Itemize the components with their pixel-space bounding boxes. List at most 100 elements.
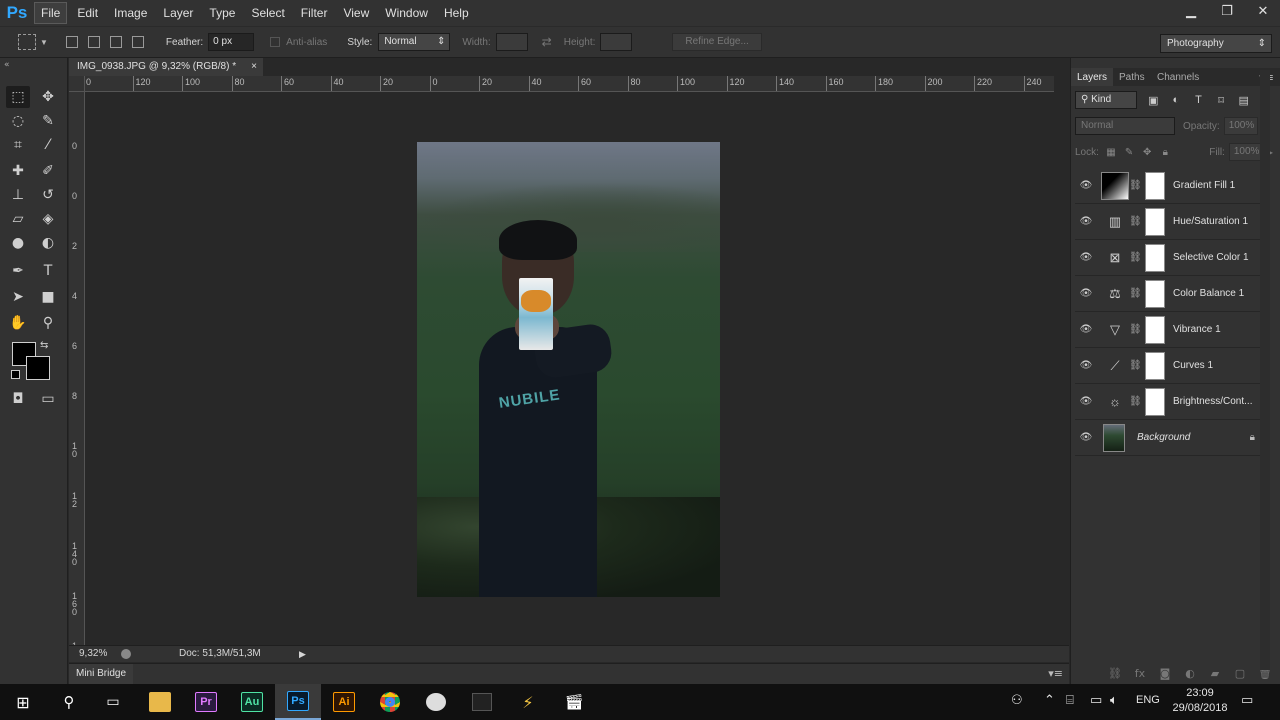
menu-edit[interactable]: Edit bbox=[71, 3, 104, 23]
hand-icon[interactable]: ✋ bbox=[6, 312, 30, 334]
ruler-origin[interactable] bbox=[69, 76, 85, 92]
close-tab-icon[interactable]: × bbox=[251, 61, 257, 72]
search-button[interactable]: ⚲ bbox=[46, 684, 92, 720]
quick-mask-icon[interactable]: ◘ bbox=[6, 388, 30, 410]
background-color-swatch[interactable] bbox=[26, 356, 50, 380]
link-chain-icon[interactable]: ⛓︎ bbox=[1129, 324, 1142, 335]
menu-image[interactable]: Image bbox=[108, 3, 153, 23]
filter-shape-icon[interactable]: ⌑ bbox=[1214, 93, 1228, 107]
brush-icon[interactable]: ✐ bbox=[36, 160, 60, 182]
history-brush-icon[interactable]: ↺ bbox=[36, 184, 60, 206]
lock-position-icon[interactable]: ✥ bbox=[1141, 145, 1153, 159]
chevron-up-icon[interactable]: ⌃ bbox=[1044, 693, 1055, 708]
zoom-icon[interactable]: ⚲ bbox=[36, 312, 60, 334]
workspace-select[interactable]: Photography ⇕ bbox=[1160, 34, 1272, 53]
new-adjustment-icon[interactable]: ◐ bbox=[1184, 667, 1196, 680]
quick-selection-icon[interactable]: ✎ bbox=[36, 110, 60, 132]
visibility-eye-icon[interactable]: 👁︎ bbox=[1075, 324, 1097, 335]
restore-icon[interactable]: ❐ bbox=[1218, 2, 1236, 20]
taskbar-app-dark[interactable] bbox=[459, 684, 505, 720]
layer-mask-thumb[interactable] bbox=[1145, 387, 1165, 416]
layer-mask-thumb[interactable] bbox=[1145, 243, 1165, 272]
opacity-input[interactable]: 100% bbox=[1223, 117, 1258, 135]
menu-type[interactable]: Type bbox=[203, 3, 241, 23]
filter-adjustment-icon[interactable]: ◐ bbox=[1169, 93, 1183, 107]
visibility-eye-icon[interactable]: 👁︎ bbox=[1075, 432, 1097, 443]
tab-paths[interactable]: Paths bbox=[1113, 68, 1151, 86]
taskbar-app-mascot[interactable] bbox=[413, 684, 459, 720]
close-icon[interactable]: ✕ bbox=[1254, 2, 1272, 20]
filter-type-icon[interactable]: T bbox=[1192, 93, 1206, 107]
layer-row-color-balance[interactable]: 👁︎ ⚖ ⛓︎ Color Balance 1 bbox=[1075, 276, 1267, 312]
network-icon[interactable]: ⌸ bbox=[1066, 693, 1074, 708]
collapse-arrows-icon[interactable]: « bbox=[4, 60, 10, 70]
menu-select[interactable]: Select bbox=[245, 3, 290, 23]
document-image[interactable]: NUBILE bbox=[417, 142, 720, 597]
link-chain-icon[interactable]: ⛓︎ bbox=[1129, 396, 1142, 407]
new-layer-icon[interactable]: ▢ bbox=[1234, 667, 1246, 680]
menu-help[interactable]: Help bbox=[438, 3, 475, 23]
screen-mode-icon[interactable]: ▭ bbox=[36, 388, 60, 410]
visibility-eye-icon[interactable]: 👁︎ bbox=[1075, 360, 1097, 371]
taskbar-audition[interactable]: Au bbox=[229, 684, 275, 720]
pen-icon[interactable]: ✒ bbox=[6, 260, 30, 282]
filter-kind-select[interactable]: ⚲ Kind bbox=[1075, 91, 1138, 109]
layer-mask-thumb[interactable] bbox=[1145, 315, 1165, 344]
start-button[interactable]: ⊞ bbox=[0, 684, 46, 720]
language-indicator[interactable]: ENG bbox=[1136, 694, 1160, 706]
battery-icon[interactable]: ▭ bbox=[1090, 693, 1102, 708]
lock-pixels-icon[interactable]: ✎ bbox=[1123, 145, 1135, 159]
layer-style-icon[interactable]: fx bbox=[1134, 667, 1146, 680]
add-selection-icon[interactable] bbox=[87, 36, 100, 48]
menu-layer[interactable]: Layer bbox=[157, 3, 199, 23]
new-selection-icon[interactable] bbox=[65, 36, 78, 48]
layer-row-curves[interactable]: 👁︎ ⟋ ⛓︎ Curves 1 bbox=[1075, 348, 1267, 384]
link-chain-icon[interactable]: ⛓︎ bbox=[1129, 216, 1142, 227]
menu-window[interactable]: Window bbox=[379, 3, 434, 23]
link-chain-icon[interactable]: ⛓︎ bbox=[1129, 360, 1142, 371]
canvas-area[interactable]: NUBILE bbox=[86, 92, 1054, 645]
dodge-icon[interactable]: ◐ bbox=[36, 232, 60, 254]
marquee-preset-icon[interactable] bbox=[18, 34, 36, 50]
move-tool-icon[interactable]: ✥ bbox=[36, 86, 60, 108]
style-select[interactable]: Normal ⇕ bbox=[378, 33, 451, 51]
link-chain-icon[interactable]: ⛓︎ bbox=[1129, 252, 1142, 263]
swap-icon[interactable]: ⇄ bbox=[542, 35, 552, 49]
document-tab[interactable]: IMG_0938.JPG @ 9,32% (RGB/8) * × bbox=[69, 58, 263, 77]
visibility-eye-icon[interactable]: 👁︎ bbox=[1075, 252, 1097, 263]
intersect-selection-icon[interactable] bbox=[131, 36, 144, 48]
ruler-horizontal[interactable]: 0 120 100 80 60 40 20 0 20 40 60 80 100 120 140 160 180 2… bbox=[85, 76, 1054, 92]
height-input[interactable] bbox=[600, 33, 633, 51]
layer-row-vibrance[interactable]: 👁︎ ▽ ⛓︎ Vibrance 1 bbox=[1075, 312, 1267, 348]
healing-brush-icon[interactable]: ✚ bbox=[6, 160, 30, 182]
swap-colors-icon[interactable]: ⇆ bbox=[40, 340, 48, 351]
lock-all-icon[interactable]: 🔒︎ bbox=[1159, 145, 1171, 159]
status-menu-arrow-icon[interactable]: ▶ bbox=[299, 649, 306, 660]
visibility-eye-icon[interactable]: 👁︎ bbox=[1075, 180, 1097, 191]
task-view-button[interactable]: ▭ bbox=[90, 684, 136, 720]
blur-icon[interactable]: ● bbox=[6, 232, 30, 254]
layer-row-gradient-fill[interactable]: 👁︎ ⛓︎ Gradient Fill 1 bbox=[1075, 168, 1267, 204]
clone-stamp-icon[interactable]: ⊥ bbox=[6, 184, 30, 206]
link-chain-icon[interactable]: ⛓︎ bbox=[1129, 180, 1142, 191]
eraser-icon[interactable]: ▱ bbox=[6, 208, 30, 230]
layer-mask-thumb[interactable] bbox=[1145, 171, 1165, 200]
taskbar-illustrator[interactable]: Ai bbox=[321, 684, 367, 720]
layer-row-background[interactable]: 👁︎ Background 🔒︎ bbox=[1075, 420, 1267, 456]
feather-input[interactable]: 0 px bbox=[208, 33, 255, 51]
ruler-vertical[interactable]: 00246810121401601802 bbox=[69, 92, 85, 645]
panel-scrollbar[interactable] bbox=[1260, 70, 1270, 670]
taskbar-app-clapper[interactable]: 🎬︎ bbox=[551, 684, 597, 720]
new-group-icon[interactable]: ▰ bbox=[1209, 667, 1221, 680]
mini-bridge-tab[interactable]: Mini Bridge bbox=[69, 664, 134, 684]
layer-row-hue-saturation[interactable]: 👁︎ ▥ ⛓︎ Hue/Saturation 1 bbox=[1075, 204, 1267, 240]
preset-dropdown-icon[interactable]: ▼ bbox=[40, 38, 48, 47]
visibility-eye-icon[interactable]: 👁︎ bbox=[1075, 288, 1097, 299]
antialias-checkbox[interactable] bbox=[270, 37, 281, 47]
subtract-selection-icon[interactable] bbox=[109, 36, 122, 48]
layer-mask-thumb[interactable] bbox=[1145, 351, 1165, 380]
layer-mask-thumb[interactable] bbox=[1145, 279, 1165, 308]
notifications-icon[interactable]: ▭ bbox=[1241, 693, 1253, 708]
system-clock[interactable]: 23:09 29/08/2018 bbox=[1168, 686, 1232, 716]
panel-menu-icon[interactable]: ▾≡ bbox=[1048, 667, 1063, 680]
